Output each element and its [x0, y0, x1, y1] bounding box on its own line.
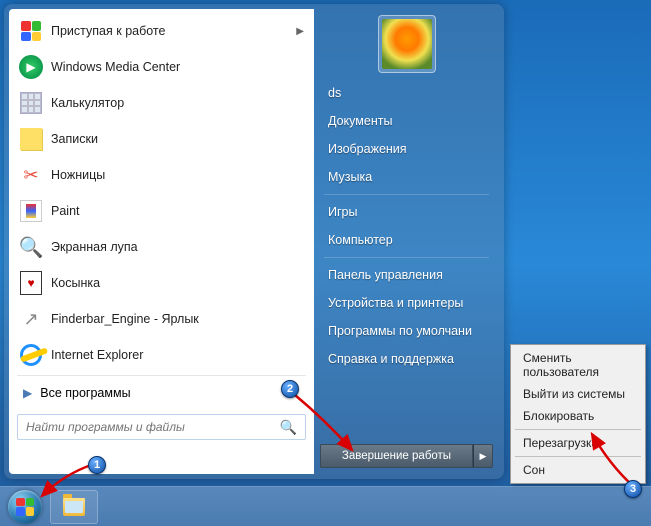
flyout-lock[interactable]: Блокировать — [513, 405, 643, 427]
shortcut-icon: ↗ — [23, 309, 38, 330]
avatar-image — [382, 19, 432, 69]
start-menu-left-pane: Приступая к работе▶▶Windows Media Center… — [9, 9, 314, 474]
program-label: Калькулятор — [51, 96, 306, 110]
chevron-right-icon: ▶ — [23, 386, 32, 400]
program-paint[interactable]: Paint — [9, 193, 314, 229]
program-label: Windows Media Center — [51, 60, 306, 74]
program-label: Экранная лупа — [51, 240, 306, 254]
media-center-icon: ▶ — [19, 55, 43, 79]
explorer-icon — [63, 498, 85, 516]
separator — [324, 257, 489, 258]
separator — [17, 375, 306, 376]
all-programs-label: Все программы — [40, 386, 130, 400]
separator — [324, 194, 489, 195]
scissors-icon: ✂ — [19, 163, 43, 187]
chevron-right-icon: ▶ — [296, 26, 304, 37]
user-avatar[interactable] — [378, 15, 436, 73]
right-item-pics[interactable]: Изображения — [314, 135, 499, 163]
program-label: Косынка — [51, 276, 306, 290]
program-label: Ножницы — [51, 168, 306, 182]
taskbar-explorer[interactable] — [50, 490, 98, 524]
start-menu: Приступая к работе▶▶Windows Media Center… — [4, 4, 504, 479]
start-menu-right-pane: dsДокументыИзображенияМузыка ИгрыКомпьюте… — [314, 9, 499, 474]
shutdown-label: Завершение работы — [342, 450, 451, 462]
program-label: Записки — [51, 132, 306, 146]
start-button[interactable] — [4, 488, 46, 526]
program-snip[interactable]: ✂ Ножницы — [9, 157, 314, 193]
program-label: Finderbar_Engine - Ярлык — [51, 312, 306, 326]
right-item-games[interactable]: Игры — [314, 198, 499, 226]
right-item-user[interactable]: ds — [314, 79, 499, 107]
flyout-restart[interactable]: Перезагрузка — [513, 432, 643, 454]
program-finderbar[interactable]: ↗ Finderbar_Engine - Ярлык — [9, 301, 314, 337]
right-item-devprint[interactable]: Устройства и принтеры — [314, 289, 499, 317]
right-item-docs[interactable]: Документы — [314, 107, 499, 135]
right-item-cpl[interactable]: Панель управления — [314, 261, 499, 289]
search-box[interactable]: 🔍 — [17, 414, 306, 440]
program-getting-started[interactable]: Приступая к работе▶ — [9, 13, 314, 49]
flyout-switch[interactable]: Сменить пользователя — [513, 347, 643, 383]
program-label: Приступая к работе — [51, 24, 296, 38]
calculator-icon — [20, 92, 42, 114]
taskbar — [0, 486, 651, 526]
shutdown-row: Завершение работы ▶ — [314, 442, 499, 474]
flyout-sleep[interactable]: Сон — [513, 459, 643, 481]
program-wmc[interactable]: ▶ Windows Media Center — [9, 49, 314, 85]
shutdown-button[interactable]: Завершение работы — [320, 444, 473, 468]
right-item-defprog[interactable]: Программы по умолчани — [314, 317, 499, 345]
program-solitaire[interactable]: ♥ Косынка — [9, 265, 314, 301]
search-row: 🔍 — [9, 408, 314, 444]
flyout-logoff[interactable]: Выйти из системы — [513, 383, 643, 405]
search-input[interactable] — [18, 420, 272, 434]
shutdown-menu-arrow[interactable]: ▶ — [473, 444, 493, 468]
shutdown-flyout: Сменить пользователяВыйти из системыБлок… — [510, 344, 646, 484]
search-icon[interactable]: 🔍 — [272, 419, 305, 436]
magnifier-icon: 🔍 — [19, 235, 44, 260]
windows-orb-icon — [8, 490, 42, 524]
windows-flag-icon — [21, 21, 41, 41]
sticky-notes-icon — [20, 128, 42, 150]
solitaire-icon: ♥ — [20, 271, 42, 295]
program-ie[interactable]: Internet Explorer — [9, 337, 314, 373]
program-calc[interactable]: Калькулятор — [9, 85, 314, 121]
all-programs[interactable]: ▶ Все программы — [9, 378, 314, 408]
program-magnify[interactable]: 🔍 Экранная лупа — [9, 229, 314, 265]
separator — [515, 429, 641, 430]
right-item-computer[interactable]: Компьютер — [314, 226, 499, 254]
right-item-help[interactable]: Справка и поддержка — [314, 345, 499, 373]
annotation-marker-1: 1 — [88, 456, 106, 474]
separator — [515, 456, 641, 457]
annotation-marker-2: 2 — [281, 380, 299, 398]
right-item-music[interactable]: Музыка — [314, 163, 499, 191]
program-label: Internet Explorer — [51, 348, 306, 362]
program-label: Paint — [51, 204, 306, 218]
annotation-marker-3: 3 — [624, 480, 642, 498]
internet-explorer-icon — [20, 344, 42, 366]
program-notes[interactable]: Записки — [9, 121, 314, 157]
paint-icon — [20, 200, 42, 222]
